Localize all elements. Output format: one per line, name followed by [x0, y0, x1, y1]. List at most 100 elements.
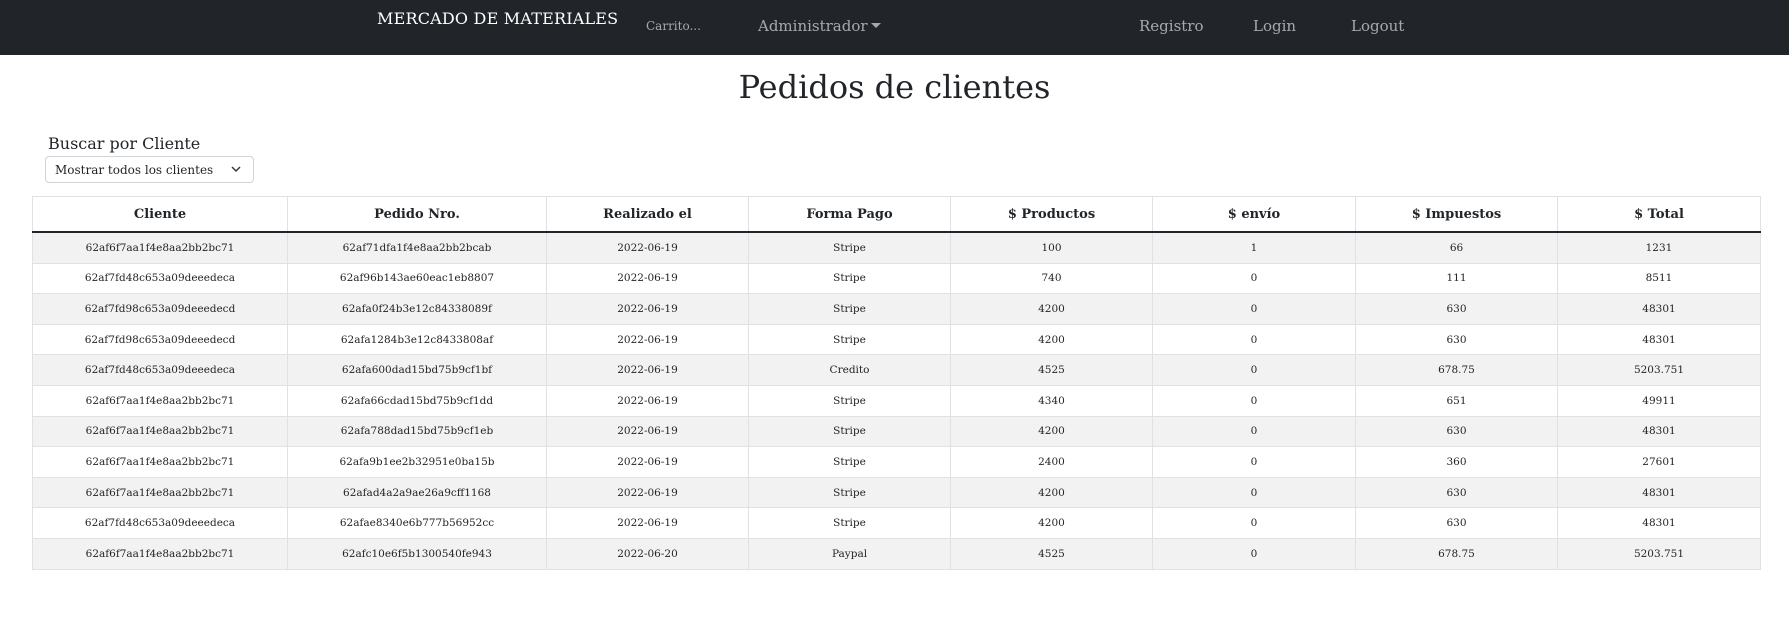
header-products-amount: $ Productos [950, 196, 1153, 233]
cell-products-amount: 740 [950, 262, 1153, 295]
header-order-number: Pedido Nro. [287, 196, 547, 233]
cell-products-amount: 4200 [950, 507, 1153, 539]
cell-client: 62af7fd48c653a09deeedeca [32, 507, 288, 539]
cell-taxes-amount: 360 [1355, 446, 1558, 478]
cell-order-number: 62afa9b1ee2b32951e0ba15b [287, 446, 547, 478]
admin-dropdown-label: Administrador [758, 17, 868, 35]
cell-order-number: 62afa600dad15bd75b9cf1bf [287, 354, 547, 386]
cell-client: 62af6f7aa1f4e8aa2bb2bc71 [32, 446, 288, 478]
cell-shipping-amount: 0 [1152, 415, 1356, 448]
logout-link[interactable]: Logout [1351, 17, 1404, 35]
cell-shipping-amount: 0 [1152, 323, 1356, 356]
cell-client: 62af6f7aa1f4e8aa2bb2bc71 [32, 384, 288, 417]
cell-total-amount: 5203.751 [1557, 354, 1761, 386]
client-filter-selected-value: Mostrar todos los clientes [55, 163, 214, 177]
cell-placed-on: 2022-06-19 [546, 507, 749, 539]
cell-payment-method: Stripe [748, 476, 951, 509]
cell-taxes-amount: 630 [1355, 323, 1558, 356]
header-client: Cliente [32, 196, 288, 233]
cell-products-amount: 100 [950, 231, 1153, 264]
cell-total-amount: 48301 [1557, 323, 1761, 356]
cell-client: 62af7fd48c653a09deeedeca [32, 262, 288, 295]
cell-products-amount: 4200 [950, 476, 1153, 509]
cell-placed-on: 2022-06-19 [546, 415, 749, 448]
client-filter-label: Buscar por Cliente [48, 134, 201, 153]
cell-shipping-amount: 0 [1152, 293, 1356, 325]
cell-shipping-amount: 0 [1152, 476, 1356, 509]
cell-payment-method: Credito [748, 354, 951, 386]
cell-payment-method: Stripe [748, 293, 951, 325]
cell-total-amount: 8511 [1557, 262, 1761, 295]
table-row: 62af6f7aa1f4e8aa2bb2bc71 62af71dfa1f4e8aa… [32, 231, 1761, 264]
top-navbar: MERCADO DE MATERIALES Carrito... Adminis… [0, 0, 1789, 55]
cell-placed-on: 2022-06-19 [546, 231, 749, 264]
login-link[interactable]: Login [1253, 17, 1296, 35]
cell-client: 62af6f7aa1f4e8aa2bb2bc71 [32, 231, 288, 264]
cell-order-number: 62afad4a2a9ae26a9cff1168 [287, 476, 547, 509]
cell-total-amount: 48301 [1557, 476, 1761, 509]
cell-client: 62af7fd48c653a09deeedeca [32, 354, 288, 386]
cell-taxes-amount: 630 [1355, 476, 1558, 509]
client-filter-select[interactable]: Mostrar todos los clientes [45, 156, 254, 183]
cell-taxes-amount: 630 [1355, 507, 1558, 539]
caret-down-icon [870, 23, 881, 28]
cell-shipping-amount: 0 [1152, 507, 1356, 539]
cell-order-number: 62afa0f24b3e12c84338089f [287, 293, 547, 325]
cell-taxes-amount: 66 [1355, 231, 1558, 264]
cell-order-number: 62afa1284b3e12c8433808af [287, 323, 547, 356]
cell-payment-method: Stripe [748, 262, 951, 295]
cell-client: 62af6f7aa1f4e8aa2bb2bc71 [32, 476, 288, 509]
brand-link[interactable]: MERCADO DE MATERIALES [377, 9, 618, 28]
table-row: 62af7fd98c653a09deeedecd 62afa1284b3e12c8… [32, 323, 1761, 356]
cell-payment-method: Stripe [748, 323, 951, 356]
cell-products-amount: 4340 [950, 384, 1153, 417]
table-row: 62af6f7aa1f4e8aa2bb2bc71 62afc10e6f5b1300… [32, 537, 1761, 570]
cart-link[interactable]: Carrito... [646, 19, 701, 33]
cell-shipping-amount: 0 [1152, 446, 1356, 478]
cell-payment-method: Stripe [748, 446, 951, 478]
table-row: 62af7fd48c653a09deeedeca 62af96b143ae60ea… [32, 262, 1761, 295]
cell-shipping-amount: 0 [1152, 262, 1356, 295]
table-header-row: Cliente Pedido Nro. Realizado el Forma P… [32, 196, 1761, 233]
cell-client: 62af6f7aa1f4e8aa2bb2bc71 [32, 415, 288, 448]
cell-payment-method: Stripe [748, 415, 951, 448]
cell-total-amount: 27601 [1557, 446, 1761, 478]
cell-placed-on: 2022-06-19 [546, 354, 749, 386]
page-title: Pedidos de clientes [738, 68, 1051, 106]
cell-taxes-amount: 630 [1355, 415, 1558, 448]
cell-order-number: 62af71dfa1f4e8aa2bb2bcab [287, 231, 547, 264]
cell-placed-on: 2022-06-19 [546, 446, 749, 478]
cell-client: 62af7fd98c653a09deeedecd [32, 323, 288, 356]
orders-table: Cliente Pedido Nro. Realizado el Forma P… [32, 196, 1761, 570]
cell-placed-on: 2022-06-19 [546, 262, 749, 295]
cell-payment-method: Stripe [748, 507, 951, 539]
cell-placed-on: 2022-06-19 [546, 293, 749, 325]
cell-order-number: 62afa788dad15bd75b9cf1eb [287, 415, 547, 448]
cell-placed-on: 2022-06-20 [546, 537, 749, 570]
cell-shipping-amount: 0 [1152, 354, 1356, 386]
cell-placed-on: 2022-06-19 [546, 323, 749, 356]
cell-order-number: 62afc10e6f5b1300540fe943 [287, 537, 547, 570]
cell-taxes-amount: 111 [1355, 262, 1558, 295]
cell-shipping-amount: 0 [1152, 537, 1356, 570]
cell-products-amount: 4200 [950, 323, 1153, 356]
table-row: 62af6f7aa1f4e8aa2bb2bc71 62afa788dad15bd7… [32, 415, 1761, 448]
cell-payment-method: Stripe [748, 231, 951, 264]
cell-products-amount: 4200 [950, 293, 1153, 325]
register-link[interactable]: Registro [1139, 17, 1204, 35]
header-taxes-amount: $ Impuestos [1355, 196, 1558, 233]
cell-products-amount: 4525 [950, 537, 1153, 570]
header-total-amount: $ Total [1557, 196, 1761, 233]
admin-dropdown[interactable]: Administrador [758, 17, 881, 35]
table-row: 62af6f7aa1f4e8aa2bb2bc71 62afad4a2a9ae26a… [32, 476, 1761, 509]
cell-products-amount: 4525 [950, 354, 1153, 386]
cell-payment-method: Paypal [748, 537, 951, 570]
cell-taxes-amount: 678.75 [1355, 537, 1558, 570]
cell-order-number: 62afa66cdad15bd75b9cf1dd [287, 384, 547, 417]
cell-order-number: 62afae8340e6b777b56952cc [287, 507, 547, 539]
cell-client: 62af6f7aa1f4e8aa2bb2bc71 [32, 537, 288, 570]
cell-total-amount: 48301 [1557, 507, 1761, 539]
table-row: 62af7fd48c653a09deeedeca 62afa600dad15bd7… [32, 354, 1761, 386]
header-payment-method: Forma Pago [748, 196, 951, 233]
cell-client: 62af7fd98c653a09deeedecd [32, 293, 288, 325]
